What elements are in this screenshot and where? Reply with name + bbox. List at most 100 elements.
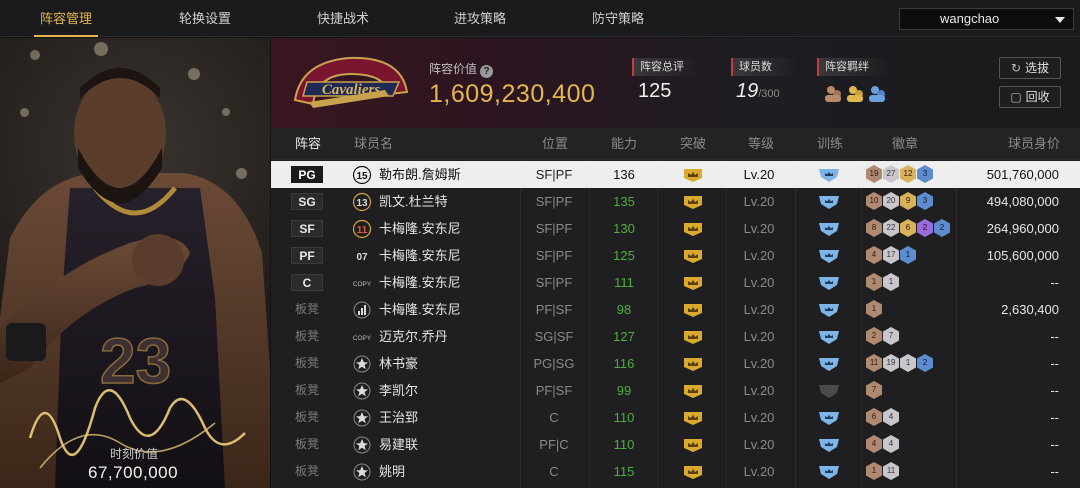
bond-icons[interactable]	[823, 83, 893, 105]
crown-icon[interactable]	[683, 410, 703, 426]
badge-blue[interactable]: 1	[900, 246, 916, 264]
badge-silver[interactable]: 27	[883, 165, 899, 183]
lineup-slot[interactable]: 板凳	[291, 355, 323, 372]
col-position[interactable]: 位置	[542, 128, 568, 160]
training-icon[interactable]	[817, 166, 841, 184]
badge-silver[interactable]: 20	[883, 192, 899, 210]
help-icon[interactable]: ?	[480, 65, 494, 78]
badge-bronze[interactable]: 1	[866, 462, 882, 480]
badge-silver[interactable]: 7	[883, 327, 899, 345]
lineup-slot[interactable]: SF	[291, 220, 323, 237]
table-row[interactable]: 板凳 卡梅隆.安东尼 PF|SF 98 Lv.20 1 2,630,400	[271, 296, 1080, 323]
recycle-button[interactable]: ▢ 回收	[999, 86, 1061, 108]
badge-silver[interactable]: 17	[883, 246, 899, 264]
badge-bronze[interactable]: 11	[866, 354, 882, 372]
crown-icon[interactable]	[683, 167, 703, 183]
badge-bronze[interactable]: 1	[866, 273, 882, 291]
lineup-slot[interactable]: 板凳	[291, 409, 323, 426]
badge-silver[interactable]: 4	[883, 408, 899, 426]
badge-bronze[interactable]: 2	[866, 327, 882, 345]
badge-gold[interactable]: 6	[900, 219, 916, 237]
training-icon[interactable]	[817, 463, 841, 481]
tab-offense-strategy[interactable]: 进攻策略	[420, 0, 540, 37]
training-icon[interactable]	[817, 247, 841, 265]
training-inactive-icon[interactable]	[817, 382, 841, 400]
badge-silver[interactable]: 11	[883, 462, 899, 480]
player-card[interactable]: 23 时刻价值 67,700,000	[0, 38, 270, 488]
user-dropdown[interactable]: wangchao	[899, 8, 1074, 30]
crown-icon[interactable]	[683, 383, 703, 399]
tab-quick-tactics[interactable]: 快捷战术	[283, 0, 403, 37]
crown-icon[interactable]	[683, 302, 703, 318]
crown-icon[interactable]	[683, 437, 703, 453]
badge-bronze[interactable]: 4	[866, 435, 882, 453]
lineup-slot[interactable]: 板凳	[291, 382, 323, 399]
badge-silver[interactable]: 1	[883, 273, 899, 291]
lineup-slot[interactable]: 板凳	[291, 328, 323, 345]
badge-bronze[interactable]: 4	[866, 246, 882, 264]
table-row[interactable]: C COPY 卡梅隆.安东尼 SF|PF 111 Lv.20 1 1 --	[271, 269, 1080, 296]
training-icon[interactable]	[817, 193, 841, 211]
crown-icon[interactable]	[683, 275, 703, 291]
lineup-slot[interactable]: 板凳	[291, 463, 323, 480]
col-level[interactable]: 等级	[748, 128, 774, 160]
table-row[interactable]: PF 07 卡梅隆.安东尼 SF|PF 125 Lv.20 4 17 1 105,600,000	[271, 242, 1080, 269]
badge-gold[interactable]: 12	[900, 165, 916, 183]
lineup-slot[interactable]: 板凳	[291, 301, 323, 318]
table-row[interactable]: 板凳 COPY 迈克尔.乔丹 SG|SF 127 Lv.20 2 7 --	[271, 323, 1080, 350]
crown-icon[interactable]	[683, 329, 703, 345]
col-badges[interactable]: 徽章	[892, 128, 918, 160]
table-row[interactable]: PG 15 勒布朗.詹姆斯 SF|PF 136 Lv.20 19 27 12 3 501,760,0…	[271, 161, 1080, 188]
badge-blue[interactable]: 2	[934, 219, 950, 237]
badge-bronze[interactable]: 7	[866, 381, 882, 399]
tab-lineup-management[interactable]: 阵容管理	[6, 0, 126, 37]
training-icon[interactable]	[817, 355, 841, 373]
training-icon[interactable]	[817, 301, 841, 319]
badge-bronze[interactable]: 19	[866, 165, 882, 183]
tab-rotation-settings[interactable]: 轮换设置	[145, 0, 265, 37]
table-row[interactable]: 板凳 林书豪 PG|SG 116 Lv.20 11 19 1 2 --	[271, 350, 1080, 377]
crown-icon[interactable]	[683, 464, 703, 480]
badge-bronze[interactable]: 1	[866, 300, 882, 318]
table-row[interactable]: SF 11 卡梅隆.安东尼 SF|PF 130 Lv.20 8 22 6 2 2 264,960,00…	[271, 215, 1080, 242]
badge-silver[interactable]: 19	[883, 354, 899, 372]
table-row[interactable]: 板凳 李凯尔 PF|SF 99 Lv.20 7 --	[271, 377, 1080, 404]
crown-icon[interactable]	[683, 221, 703, 237]
crown-icon[interactable]	[683, 194, 703, 210]
training-icon[interactable]	[817, 436, 841, 454]
training-icon[interactable]	[817, 328, 841, 346]
col-training[interactable]: 训练	[817, 128, 843, 160]
badge-silver[interactable]: 4	[883, 435, 899, 453]
badge-blue[interactable]: 2	[917, 354, 933, 372]
table-row[interactable]: 板凳 易建联 PF|C 110 Lv.20 4 4 --	[271, 431, 1080, 458]
tab-defense-strategy[interactable]: 防守策略	[558, 0, 678, 37]
badge-blue[interactable]: 3	[917, 192, 933, 210]
lineup-slot[interactable]: PG	[291, 166, 323, 183]
lineup-slot[interactable]: PF	[291, 247, 323, 264]
table-row[interactable]: 板凳 王治郅 C 110 Lv.20 6 4 --	[271, 404, 1080, 431]
lineup-slot[interactable]: SG	[291, 193, 323, 210]
select-button[interactable]: ↻ 选拔	[999, 57, 1061, 79]
training-icon[interactable]	[817, 220, 841, 238]
crown-icon[interactable]	[683, 248, 703, 264]
badge-silver[interactable]: 1	[900, 354, 916, 372]
col-player-name[interactable]: 球员名	[354, 128, 393, 160]
col-ability[interactable]: 能力	[611, 128, 637, 160]
crown-icon[interactable]	[683, 356, 703, 372]
badge-blue[interactable]: 3	[917, 165, 933, 183]
badge-gold[interactable]: 9	[900, 192, 916, 210]
col-player-worth[interactable]: 球员身价	[1008, 128, 1060, 160]
table-row[interactable]: SG 13 凯文.杜兰特 SF|PF 135 Lv.20 10 20 9 3 494,080,000	[271, 188, 1080, 215]
training-icon[interactable]	[817, 409, 841, 427]
training-icon[interactable]	[817, 274, 841, 292]
col-breakthrough[interactable]: 突破	[680, 128, 706, 160]
badge-bronze[interactable]: 8	[866, 219, 882, 237]
lineup-slot[interactable]: 板凳	[291, 436, 323, 453]
badge-bronze[interactable]: 10	[866, 192, 882, 210]
badge-bronze[interactable]: 6	[866, 408, 882, 426]
col-slot[interactable]: 阵容	[295, 128, 321, 160]
table-row[interactable]: 板凳 姚明 C 115 Lv.20 1 11 --	[271, 458, 1080, 485]
lineup-slot[interactable]: C	[291, 274, 323, 291]
badge-silver[interactable]: 22	[883, 219, 899, 237]
badge-purple[interactable]: 2	[917, 219, 933, 237]
